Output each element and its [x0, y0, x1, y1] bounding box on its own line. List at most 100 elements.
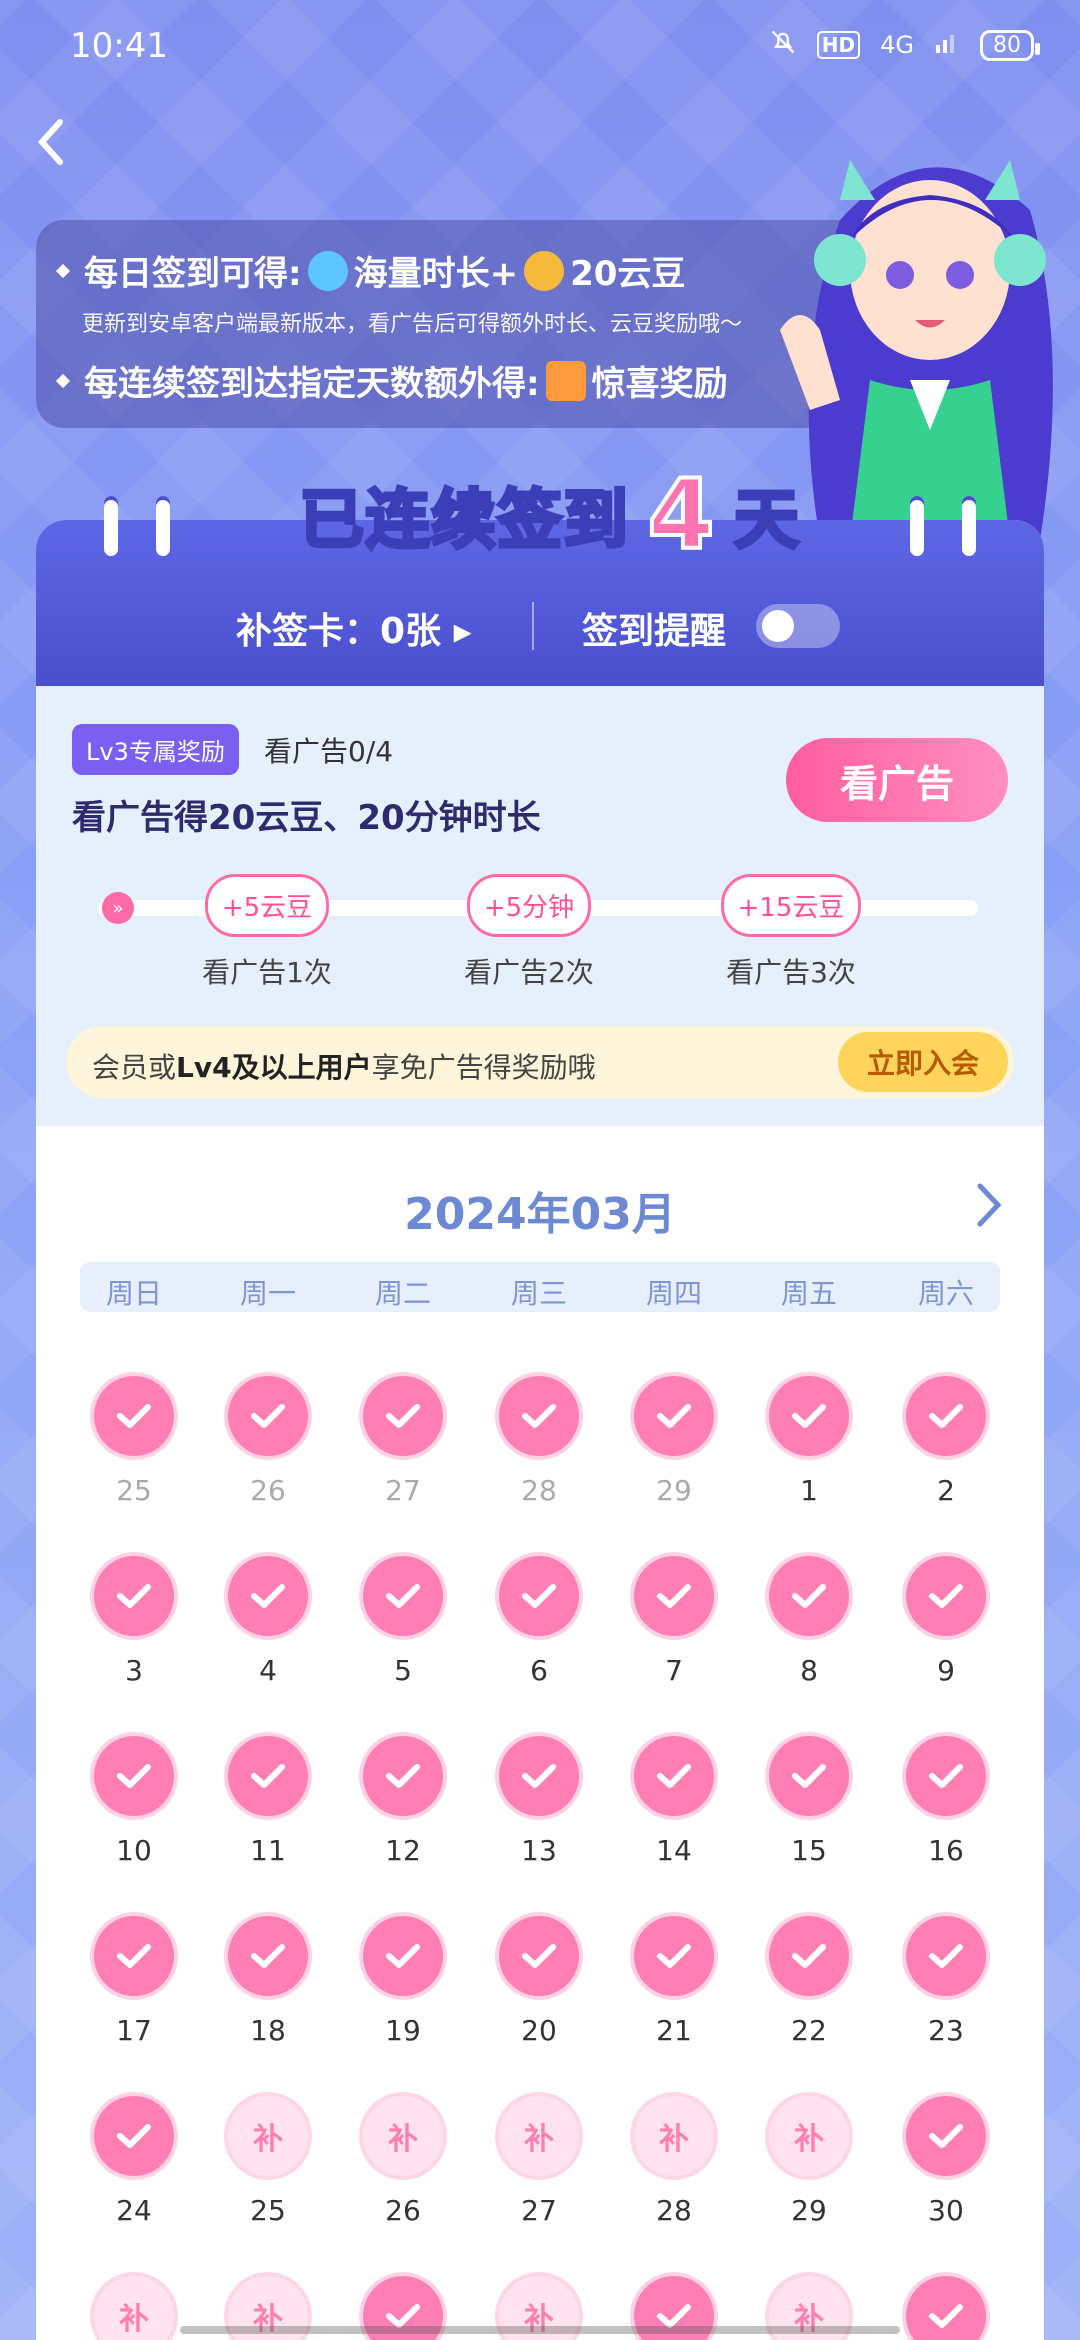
calendar-day-checked[interactable]: 20 [479, 1916, 599, 2047]
makeup-circle: 补 [634, 2096, 714, 2176]
calendar-day-checked[interactable]: 16 [886, 1736, 1006, 1867]
streak-suffix: 天 [732, 482, 801, 560]
calendar-day-makeup[interactable]: 补 27 [479, 2096, 599, 2227]
check-icon [792, 1584, 826, 1608]
calendar-day-checked[interactable]: 28 [479, 1376, 599, 1507]
day-number: 12 [385, 1834, 421, 1867]
calendar-day-checked[interactable]: 14 [614, 1736, 734, 1867]
calendar-day-checked[interactable]: 19 [343, 1916, 463, 2047]
calendar-day-checked[interactable]: 1 [749, 1376, 869, 1507]
calendar-day-checked[interactable]: 3 [74, 1556, 194, 1687]
weekday-label: 周六 [917, 1277, 974, 1310]
calendar-day-makeup[interactable]: 补 [74, 2276, 194, 2340]
signin-page: 10:41 HD 4G 80 每日签到可得: 海量时长+ 20云豆 更新到安卓客… [0, 0, 1080, 2340]
checked-circle [363, 1916, 443, 1996]
check-icon [929, 2124, 963, 2148]
milestone-3: +15云豆 看广告3次 [716, 874, 866, 991]
status-icons: HD 4G 80 [769, 28, 1040, 62]
remind-toggle[interactable] [756, 604, 840, 648]
calendar-day-checked[interactable]: 29 [614, 1376, 734, 1507]
progress-start-icon: » [102, 892, 134, 924]
chevron-right-icon [977, 1183, 1002, 1227]
calendar-day-checked[interactable]: 30 [886, 2096, 1006, 2227]
calendar-day-checked[interactable]: 4 [208, 1556, 328, 1687]
calendar-day-checked[interactable]: 17 [74, 1916, 194, 2047]
calendar-day-checked[interactable]: 18 [208, 1916, 328, 2047]
makeup-card-link[interactable]: 补签卡：0张 ▸ [236, 602, 472, 654]
calendar-day-makeup[interactable]: 补 29 [749, 2096, 869, 2227]
calendar-day-checked[interactable]: 7 [614, 1556, 734, 1687]
weekday-label: 周二 [374, 1277, 431, 1310]
calendar-day-checked[interactable]: 9 [886, 1556, 1006, 1687]
check-icon [386, 1944, 420, 1968]
calendar-day-checked[interactable]: 24 [74, 2096, 194, 2227]
calendar-day-checked[interactable]: 27 [343, 1376, 463, 1507]
calendar-day-checked[interactable] [886, 2276, 1006, 2340]
day-number: 24 [116, 2194, 152, 2227]
day-number: 2 [937, 1474, 955, 1507]
check-icon [522, 1764, 556, 1788]
calendar-day-checked[interactable]: 13 [479, 1736, 599, 1867]
anime-girl-illustration [780, 160, 1053, 540]
calendar-day-makeup[interactable]: 补 28 [614, 2096, 734, 2227]
vip-promo-text: 会员或Lv4及以上用户享免广告得奖励哦 [92, 1051, 596, 1084]
calendar-day-checked[interactable]: 25 [74, 1376, 194, 1507]
home-indicator [180, 2326, 900, 2334]
check-icon [386, 1584, 420, 1608]
check-icon [386, 1764, 420, 1788]
checked-circle [906, 1376, 986, 1456]
join-vip-button[interactable]: 立即入会 [838, 1032, 1008, 1092]
weekday-label: 周日 [105, 1277, 162, 1310]
calendar-day-checked[interactable]: 11 [208, 1736, 328, 1867]
day-number: 30 [928, 2194, 964, 2227]
weekday-header: 周日 周一 周二 周三 周四 周五 周六 [80, 1262, 1000, 1312]
calendar-day-makeup[interactable]: 补 25 [208, 2096, 328, 2227]
check-icon [117, 2124, 151, 2148]
next-month-button[interactable] [974, 1182, 1004, 1228]
checked-circle [499, 1736, 579, 1816]
check-icon [657, 1764, 691, 1788]
remind-label: 签到提醒 [582, 611, 727, 652]
bullet-icon [55, 373, 71, 388]
gift-icon [545, 360, 586, 401]
watch-ad-button[interactable]: 看广告 [786, 738, 1008, 822]
calendar-day-checked[interactable]: 23 [886, 1916, 1006, 2047]
bean-icon [524, 250, 565, 291]
calendar-day-checked[interactable]: 10 [74, 1736, 194, 1867]
check-icon [251, 1404, 285, 1428]
calendar-day-checked[interactable]: 8 [749, 1556, 869, 1687]
streak-prefix: 已连续签到 [298, 482, 630, 560]
check-icon [251, 1764, 285, 1788]
clock: 10:41 [70, 26, 168, 66]
calendar: 2024年03月 周日 周一 周二 周三 周四 周五 周六 25 26 27 28 29 1 2 3 4 5 6… [36, 1126, 1044, 2340]
calendar-day-checked[interactable]: 12 [343, 1736, 463, 1867]
calendar-day-makeup[interactable]: 补 26 [343, 2096, 463, 2227]
milestone-1: +5云豆 看广告1次 [192, 874, 342, 991]
day-number: 28 [521, 1474, 557, 1507]
header-divider [532, 602, 534, 650]
check-icon [929, 1404, 963, 1428]
calendar-day-checked[interactable]: 15 [749, 1736, 869, 1867]
check-icon [522, 1584, 556, 1608]
checked-circle [228, 1736, 308, 1816]
day-number: 25 [250, 2194, 286, 2227]
binder-ring [104, 496, 118, 556]
checked-circle [769, 1556, 849, 1636]
calendar-day-checked[interactable]: 22 [749, 1916, 869, 2047]
binder-ring [962, 496, 976, 556]
weekday-label: 周五 [780, 1277, 837, 1310]
mute-bell-icon [769, 28, 797, 62]
calendar-day-checked[interactable]: 21 [614, 1916, 734, 2047]
checked-circle [499, 1916, 579, 1996]
check-icon [657, 1404, 691, 1428]
calendar-day-checked[interactable]: 6 [479, 1556, 599, 1687]
checked-circle [499, 1556, 579, 1636]
calendar-day-checked[interactable]: 5 [343, 1556, 463, 1687]
calendar-day-checked[interactable]: 2 [886, 1376, 1006, 1507]
back-button[interactable] [32, 112, 72, 172]
check-icon [386, 1404, 420, 1428]
checked-circle [363, 1556, 443, 1636]
battery-icon: 80 [980, 29, 1040, 61]
calendar-day-checked[interactable]: 26 [208, 1376, 328, 1507]
binder-ring [156, 496, 170, 556]
